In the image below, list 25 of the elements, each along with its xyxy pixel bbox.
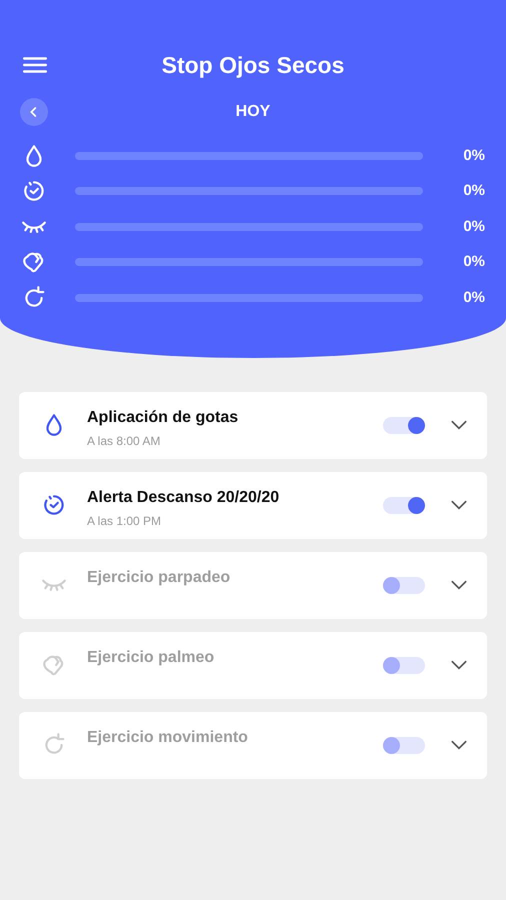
- reminder-time: A las 8:00 AM: [87, 432, 162, 450]
- progress-percent: 0%: [463, 216, 485, 236]
- reminder-title: Ejercicio movimiento: [87, 728, 248, 748]
- app-title: Stop Ojos Secos: [162, 50, 344, 80]
- progress-percent: 0%: [463, 146, 485, 166]
- reminder-title: Ejercicio parpadeo: [87, 568, 230, 588]
- progress-percent: 0%: [463, 181, 485, 201]
- reminder-title: Alerta Descanso 20/20/20: [87, 488, 280, 508]
- progress-percent: 0%: [463, 252, 485, 272]
- toggle-switch[interactable]: [383, 576, 425, 594]
- progress-percent: 0%: [463, 288, 485, 308]
- reminder-card[interactable]: Ejercicio palmeo: [19, 632, 487, 698]
- reminder-card[interactable]: Ejercicio movimiento: [19, 712, 487, 778]
- back-button[interactable]: [20, 98, 48, 126]
- reminder-card[interactable]: Alerta Descanso 20/20/20 A las 1:00 PM: [19, 472, 487, 538]
- reminder-card[interactable]: Ejercicio parpadeo: [19, 552, 487, 618]
- day-label: HOY: [236, 102, 270, 122]
- reminder-card[interactable]: Aplicación de gotas A las 8:00 AM: [19, 392, 487, 458]
- reminder-time: A las 1:00 PM: [87, 512, 162, 530]
- toggle-switch[interactable]: [383, 416, 425, 434]
- toggle-switch[interactable]: [383, 736, 425, 754]
- toggle-switch[interactable]: [383, 496, 425, 514]
- reminder-title: Aplicación de gotas: [87, 408, 238, 428]
- reminder-title: Ejercicio palmeo: [87, 648, 214, 668]
- toggle-switch[interactable]: [383, 656, 425, 674]
